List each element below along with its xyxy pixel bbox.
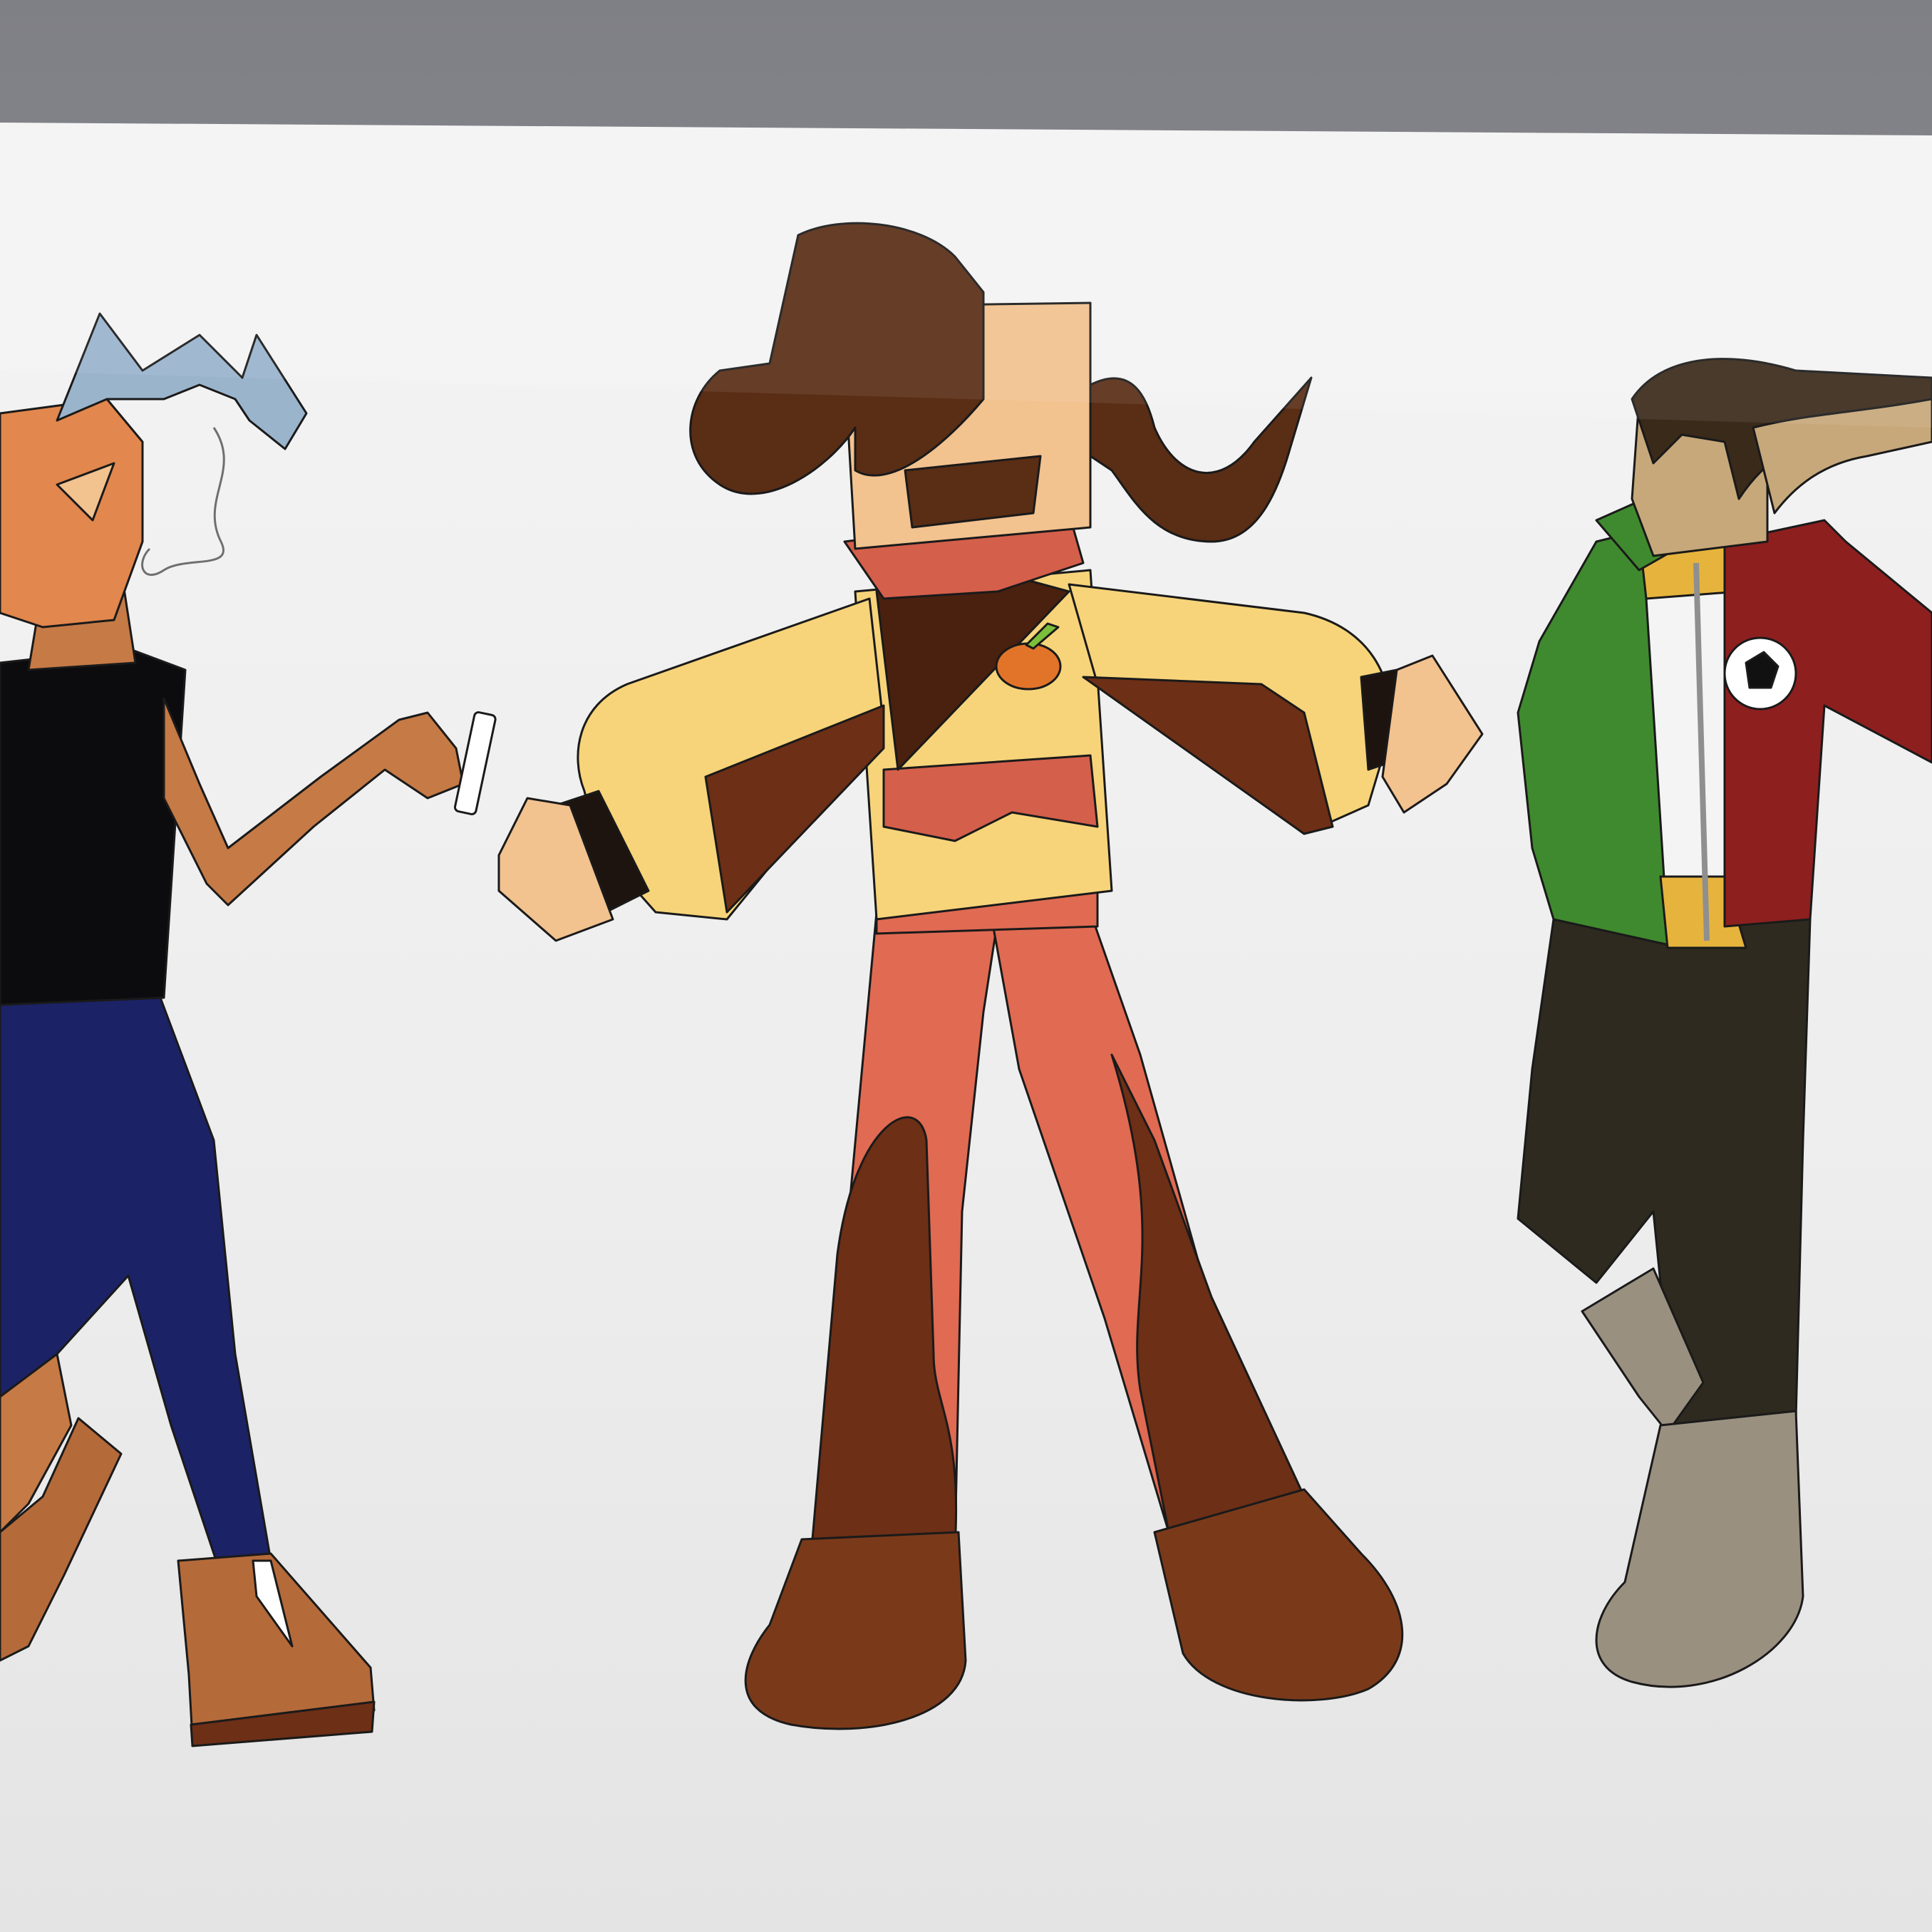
photo (0, 0, 1932, 1932)
left-head (0, 398, 144, 629)
left-shirt (0, 647, 187, 1006)
center-pumpkin-pin (995, 642, 1062, 691)
